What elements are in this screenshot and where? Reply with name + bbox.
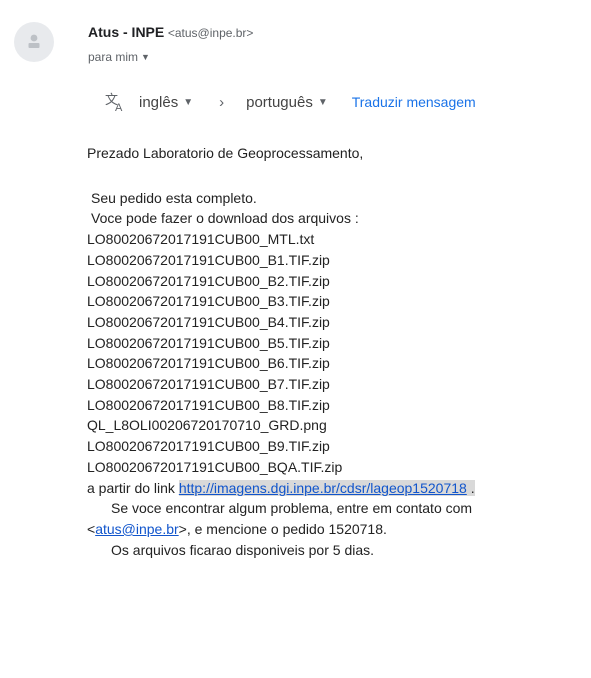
file-item: LO80020672017191CUB00_B6.TIF.zip xyxy=(87,355,330,372)
translate-bar: 文 A inglês ▼ › português ▼ Traduzir mens… xyxy=(105,92,476,112)
source-language-label: inglês xyxy=(139,93,179,111)
recipient-details-toggle[interactable]: para mim ▼ xyxy=(88,50,150,64)
download-link[interactable]: http://imagens.dgi.inpe.br/cdsr/lageop15… xyxy=(179,480,467,496)
sender-line: Atus - INPE <atus@inpe.br> xyxy=(88,24,253,41)
file-item: QL_L8OLI00206720170710_GRD.png xyxy=(87,417,327,434)
target-language-label: português xyxy=(246,93,313,111)
file-item: LO80020672017191CUB00_BQA.TIF.zip xyxy=(87,458,343,475)
file-item: LO80020672017191CUB00_B7.TIF.zip xyxy=(87,376,330,393)
link-prefix: a partir do link xyxy=(87,479,179,496)
contact-rest: >, e mencione o pedido 1520718. xyxy=(178,520,387,537)
download-intro: Voce pode fazer o download dos arquivos … xyxy=(91,210,359,227)
sender-avatar xyxy=(14,22,54,62)
sender-name: Atus - INPE xyxy=(88,24,165,40)
translate-message-link[interactable]: Traduzir mensagem xyxy=(352,94,476,110)
file-item: LO80020672017191CUB00_B9.TIF.zip xyxy=(87,438,330,455)
problem-line: Se voce encontrar algum problema, entre … xyxy=(111,500,473,517)
translate-icon: 文 A xyxy=(105,92,123,112)
file-item: LO80020672017191CUB00_B8.TIF.zip xyxy=(87,396,330,413)
completed-line: Seu pedido esta completo. xyxy=(91,189,257,206)
contact-open: < xyxy=(87,520,96,537)
contact-email-link[interactable]: atus@inpe.br xyxy=(95,521,178,537)
file-item: LO80020672017191CUB00_MTL.txt xyxy=(87,231,315,248)
caret-down-icon: ▼ xyxy=(183,96,194,108)
source-language-select[interactable]: inglês ▼ xyxy=(139,94,193,111)
recipient-label: para mim xyxy=(88,50,139,64)
caret-down-icon: ▼ xyxy=(317,96,328,108)
caret-down-icon: ▼ xyxy=(141,52,150,62)
svg-text:A: A xyxy=(115,102,123,112)
person-icon xyxy=(28,34,40,48)
target-language-select[interactable]: português ▼ xyxy=(246,94,328,111)
file-item: LO80020672017191CUB00_B3.TIF.zip xyxy=(87,293,330,310)
message-body: Prezado Laboratorio de Geoprocessamento,… xyxy=(87,143,475,560)
contact-line: <atus@inpe.br>, e mencione o pedido 1520… xyxy=(87,519,475,540)
greeting: Prezado Laboratorio de Geoprocessamento, xyxy=(87,145,364,161)
availability-line: Os arquivos ficarao disponiveis por 5 di… xyxy=(111,541,375,558)
file-item: LO80020672017191CUB00_B1.TIF.zip xyxy=(87,251,330,268)
sender-email: <atus@inpe.br> xyxy=(167,26,254,40)
file-item: LO80020672017191CUB00_B2.TIF.zip xyxy=(87,272,330,289)
file-item: LO80020672017191CUB00_B4.TIF.zip xyxy=(87,313,330,330)
chevron-right-icon: › xyxy=(219,93,225,111)
file-item: LO80020672017191CUB00_B5.TIF.zip xyxy=(87,334,330,351)
link-line: a partir do link http://imagens.dgi.inpe… xyxy=(87,478,475,499)
link-suffix: . xyxy=(466,479,475,496)
